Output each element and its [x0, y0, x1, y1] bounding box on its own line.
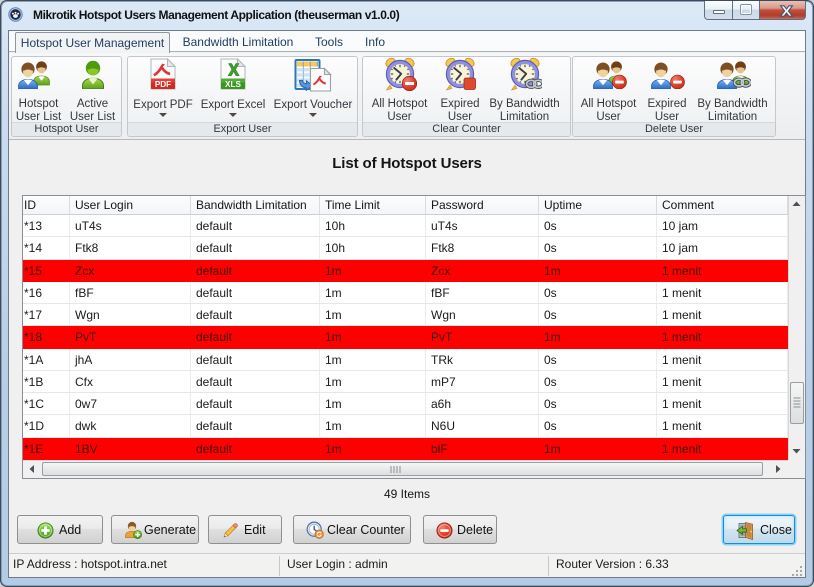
svg-text:PDF: PDF — [155, 80, 171, 89]
svg-text:XLS: XLS — [225, 80, 241, 89]
